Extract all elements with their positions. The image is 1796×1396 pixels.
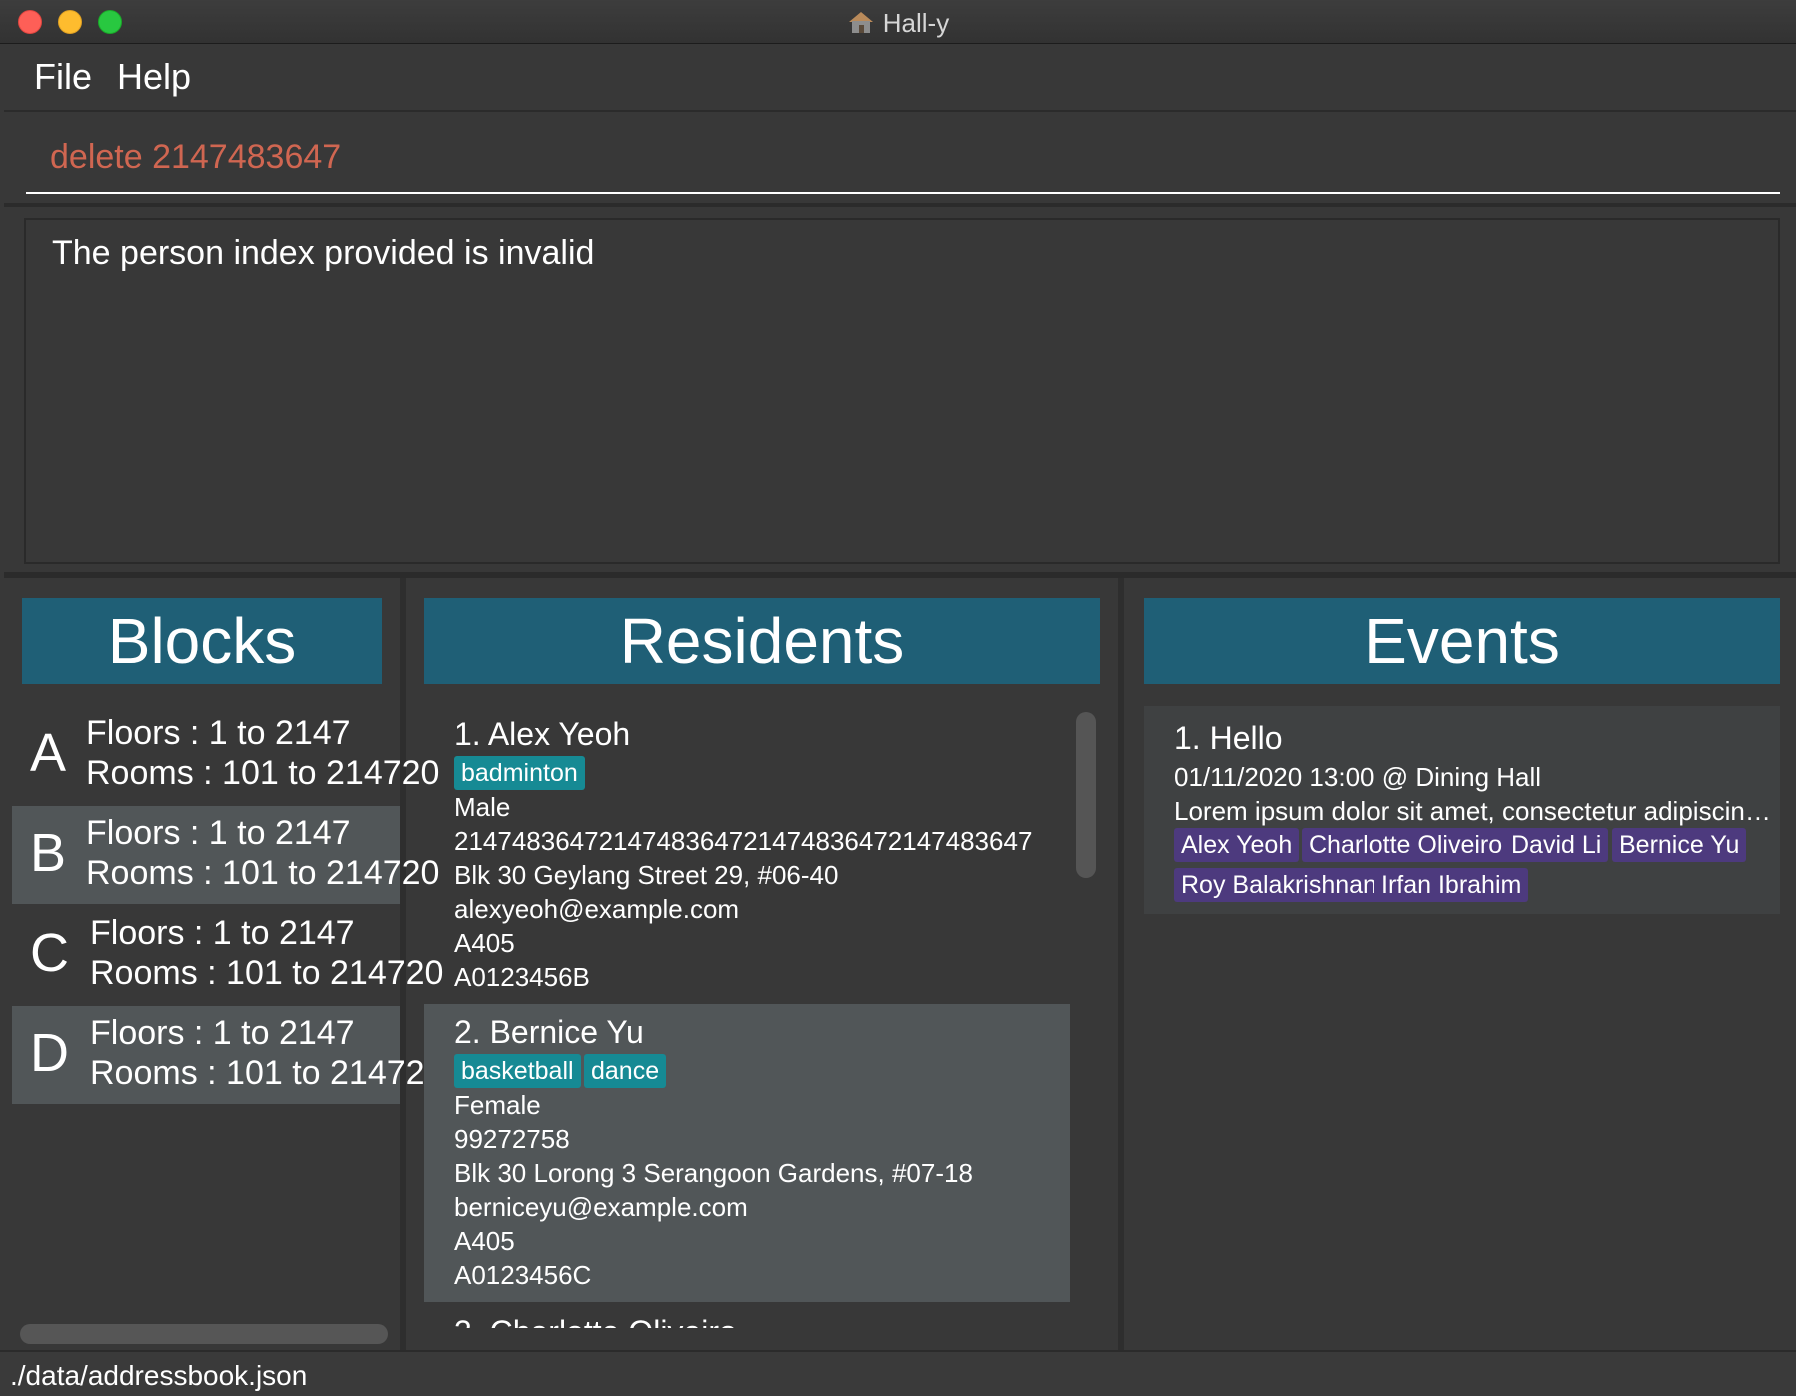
result-display: The person index provided is invalid (24, 218, 1780, 564)
event-description: Lorem ipsum dolor sit amet, consectetur … (1174, 796, 1774, 826)
event-card[interactable]: 1. Hello 01/11/2020 13:00 @ Dining Hall … (1144, 706, 1780, 914)
residents-list[interactable]: 1. Alex Yeoh badminton Male 214748364721… (424, 706, 1100, 1328)
event-attendee-tag: Bernice Yu (1612, 828, 1747, 862)
residents-header: Residents (424, 598, 1100, 684)
result-message: The person index provided is invalid (52, 234, 595, 272)
command-input[interactable] (26, 122, 1780, 192)
residents-vertical-scrollbar[interactable] (1076, 712, 1096, 878)
block-rooms: Rooms : 101 to 214720 (90, 1054, 444, 1092)
house-icon (848, 12, 873, 33)
event-attendee-tag: Roy Balakrishnan (1174, 868, 1384, 902)
events-header: Events (1144, 598, 1780, 684)
resident-matric: A0123456B (454, 962, 590, 992)
command-box (26, 122, 1780, 194)
resident-email: berniceyu@example.com (454, 1192, 748, 1222)
block-floors: Floors : 1 to 2147 (86, 714, 351, 752)
block-rooms: Rooms : 101 to 214720 (90, 954, 444, 992)
resident-matric: A0123456C (454, 1260, 592, 1290)
menu-file[interactable]: File (34, 56, 92, 98)
divider (4, 203, 1796, 207)
block-letter: D (30, 1023, 69, 1083)
menu-help[interactable]: Help (117, 56, 191, 98)
resident-tag: badminton (454, 756, 585, 790)
resident-card[interactable]: 2. Bernice Yu basketball dance Female 99… (424, 1004, 1070, 1302)
divider (4, 572, 1796, 578)
block-item-d[interactable]: D Floors : 1 to 2147 Rooms : 101 to 2147… (12, 1006, 443, 1104)
window-title: Hall-y (0, 8, 1796, 39)
resident-name: 2. Bernice Yu (454, 1014, 644, 1050)
resident-tag: basketball (454, 1054, 581, 1088)
resident-card[interactable]: 3. Charlotte Oliveiro (424, 1304, 1070, 1328)
block-floors: Floors : 1 to 2147 (90, 1014, 355, 1052)
resident-room: A405 (454, 928, 515, 958)
resident-tag: dance (584, 1054, 667, 1088)
resident-card[interactable]: 1. Alex Yeoh badminton Male 214748364721… (424, 706, 1070, 1002)
resident-email: alexyeoh@example.com (454, 894, 740, 924)
status-bar: ./data/addressbook.json (0, 1350, 1796, 1396)
resident-name: 1. Alex Yeoh (454, 716, 631, 752)
resident-gender: Male (454, 792, 511, 822)
block-floors: Floors : 1 to 2147 (90, 914, 355, 952)
resident-address: Blk 30 Lorong 3 Serangoon Gardens, #07-1… (454, 1158, 973, 1188)
block-letter: B (30, 823, 67, 883)
event-attendee-tag: Irfan Ibrahim (1374, 868, 1529, 902)
block-item-a[interactable]: A Floors : 1 to 2147 Rooms : 101 to 2147… (12, 706, 439, 804)
event-title: 1. Hello (1174, 720, 1283, 756)
title-bar: Hall-y (0, 0, 1796, 44)
block-floors: Floors : 1 to 2147 (86, 814, 351, 852)
blocks-header: Blocks (22, 598, 382, 684)
event-attendee-tag: Charlotte Oliveiro (1302, 828, 1510, 862)
panel-divider[interactable] (1118, 578, 1124, 1350)
resident-address: Blk 30 Geylang Street 29, #06-40 (454, 860, 839, 890)
block-rooms: Rooms : 101 to 214720 (86, 754, 440, 792)
event-datetime-venue: 01/11/2020 13:00 @ Dining Hall (1174, 762, 1542, 792)
event-attendee-tag: David Li (1504, 828, 1609, 862)
block-letter: A (30, 723, 67, 783)
window-title-text: Hall-y (882, 8, 950, 38)
resident-room: A405 (454, 1226, 515, 1256)
resident-phone: 2147483647214748364721474836472147483647 (454, 826, 1033, 856)
resident-phone: 99272758 (454, 1124, 570, 1154)
block-rooms: Rooms : 101 to 214720 (86, 854, 440, 892)
save-location: ./data/addressbook.json (10, 1360, 308, 1391)
resident-name: 3. Charlotte Oliveiro (454, 1314, 737, 1328)
block-letter: C (30, 923, 69, 983)
block-item-b[interactable]: B Floors : 1 to 2147 Rooms : 101 to 2147… (12, 806, 439, 904)
resident-gender: Female (454, 1090, 541, 1120)
blocks-horizontal-scrollbar[interactable] (20, 1324, 388, 1344)
event-attendee-tag: Alex Yeoh (1174, 828, 1300, 862)
menu-bar: File Help (4, 44, 1796, 112)
block-item-c[interactable]: C Floors : 1 to 2147 Rooms : 101 to 2147… (12, 906, 443, 1004)
